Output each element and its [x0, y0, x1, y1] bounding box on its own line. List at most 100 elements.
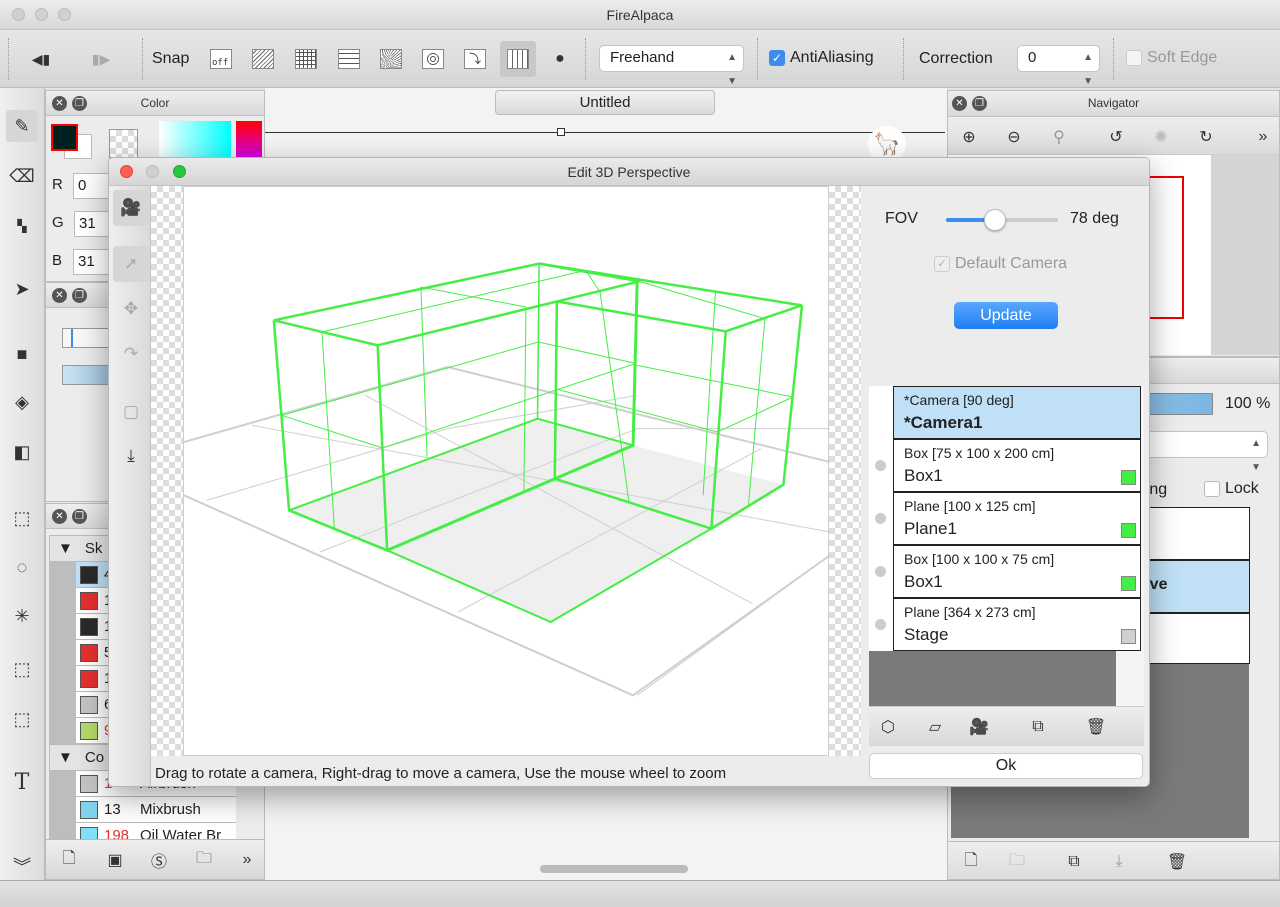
3d-viewport[interactable] [183, 186, 829, 756]
new-layer-icon[interactable]: 🗋 [958, 850, 984, 874]
snap-off-button[interactable]: off [207, 45, 235, 73]
float-icon[interactable]: ❐ [972, 96, 987, 111]
snap-parallel-button[interactable] [249, 45, 277, 73]
perspective-handle[interactable] [557, 128, 565, 136]
red-field[interactable]: 0 [73, 173, 113, 199]
rotate-reset-icon[interactable]: ✺ [1148, 125, 1174, 149]
object-row[interactable]: Plane [100 x 125 cm] Plane1 [875, 492, 1141, 545]
delete-object-icon[interactable]: 🗑 [1083, 715, 1109, 739]
minimize-window-button[interactable] [35, 8, 48, 21]
more-icon[interactable]: » [1250, 125, 1276, 149]
delete-layer-icon[interactable]: 🗑 [1164, 850, 1190, 874]
snap-grid-button[interactable] [292, 45, 320, 73]
select-eraser-icon[interactable]: ⬚ [6, 703, 38, 735]
float-icon[interactable]: ❐ [72, 509, 87, 524]
snap-crisscross-button[interactable] [335, 45, 363, 73]
new-folder-icon[interactable]: 🗀 [1004, 850, 1030, 874]
new-brush-icon[interactable]: 🗋 [56, 848, 82, 872]
fill-tool-icon[interactable]: ■ [6, 338, 38, 370]
object-color-swatch[interactable] [1121, 576, 1136, 591]
object-row[interactable]: Box [100 x 100 x 75 cm] Box1 [875, 545, 1141, 598]
eraser-tool-icon[interactable]: ⌫ [6, 160, 38, 192]
soft-edge-checkbox[interactable]: Soft Edge [1126, 49, 1217, 67]
object-row[interactable]: Plane [364 x 273 cm] Stage [875, 598, 1141, 651]
box-icon[interactable]: ▢ [113, 394, 149, 430]
hue-slider[interactable] [236, 121, 262, 161]
add-box-icon[interactable]: ⬡ [875, 715, 901, 739]
more-icon[interactable]: » [234, 848, 260, 872]
lock-checkbox[interactable]: Lock [1204, 480, 1259, 498]
script-brush-icon[interactable]: Ⓢ [146, 848, 172, 872]
close-icon[interactable]: ✕ [52, 288, 67, 303]
correction-select[interactable]: 0 ▲ ▼ [1017, 45, 1100, 87]
move-object-icon[interactable]: ✥ [113, 291, 149, 327]
transparent-color-swatch[interactable] [109, 129, 138, 158]
zoom-out-icon[interactable]: ⊖ [1001, 125, 1027, 149]
antialiasing-checkbox[interactable]: ✓ AntiAliasing [769, 49, 874, 67]
tab-untitled[interactable]: Untitled [495, 90, 715, 115]
minimize-dialog-button[interactable] [146, 165, 159, 178]
text-tool-icon[interactable]: T [6, 766, 38, 798]
fov-slider[interactable] [946, 209, 1058, 231]
drop-to-floor-icon[interactable]: ⤓ [113, 438, 149, 474]
rotate-right-icon[interactable]: ↻ [1193, 125, 1219, 149]
pen-tool-icon[interactable]: ✎ [6, 110, 38, 142]
object-row[interactable]: Box [75 x 100 x 200 cm] Box1 [875, 439, 1141, 492]
next-icon[interactable]: ▮▶ [87, 45, 115, 73]
ok-button[interactable]: Ok [869, 753, 1143, 779]
dot-tool-icon[interactable]: ▚ [6, 210, 38, 242]
float-icon[interactable]: ❐ [72, 288, 87, 303]
object-row-selected[interactable]: *Camera [90 deg] *Camera1 [894, 386, 1141, 439]
add-camera-icon[interactable]: 🎥 [966, 715, 992, 739]
object-color-swatch[interactable] [1121, 629, 1136, 644]
fov-slider-thumb[interactable] [983, 209, 1006, 231]
duplicate-layer-icon[interactable]: ⧉ [1061, 850, 1087, 874]
more-tools-icon[interactable]: ︾ [6, 850, 38, 882]
object-color-swatch[interactable] [1121, 523, 1136, 538]
close-window-button[interactable] [12, 8, 25, 21]
brush-mode-select[interactable]: Freehand ▲ ▼ [599, 45, 744, 87]
add-plane-icon[interactable]: ▱ [922, 715, 948, 739]
close-icon[interactable]: ✕ [952, 96, 967, 111]
close-dialog-button[interactable] [120, 165, 133, 178]
object-color-swatch[interactable] [1121, 470, 1136, 485]
snap-radial-button[interactable] [377, 45, 405, 73]
duplicate-object-icon[interactable]: ⧉ [1025, 715, 1051, 739]
folder-icon[interactable]: 🗀 [191, 848, 217, 872]
default-camera-checkbox[interactable]: ✓ Default Camera [934, 255, 1067, 273]
rotate-left-icon[interactable]: ↺ [1103, 125, 1129, 149]
visibility-radio[interactable] [875, 460, 886, 471]
previous-icon[interactable]: ◀▮ [27, 45, 55, 73]
snap-3d-perspective-button[interactable] [500, 41, 536, 77]
rotate-object-icon[interactable]: ↷ [113, 336, 149, 372]
blue-field[interactable]: 31 [73, 249, 113, 275]
snap-curve-button[interactable]: ⤵ [461, 45, 489, 73]
merge-down-icon[interactable]: ⤓ [1106, 850, 1132, 874]
camera-tool-icon[interactable]: 🎥 [113, 190, 149, 226]
move-tool-icon[interactable]: ➤ [6, 273, 38, 305]
horizontal-scrollbar[interactable] [540, 865, 688, 873]
foreground-color-swatch[interactable] [51, 124, 78, 151]
select-tool-icon[interactable]: ⬚ [6, 502, 38, 534]
zoom-dialog-button[interactable] [173, 165, 186, 178]
color-picker-area[interactable] [159, 121, 231, 161]
select-arrow-icon[interactable]: ➚ [113, 246, 149, 282]
lasso-tool-icon[interactable]: ◌ [6, 551, 38, 583]
brush-row[interactable]: 13 Mixbrush [76, 797, 236, 823]
zoom-window-button[interactable] [58, 8, 71, 21]
snap-circle-button[interactable] [419, 45, 447, 73]
magic-wand-icon[interactable]: ✳ [6, 600, 38, 632]
zoom-reset-icon[interactable]: ⚲ [1046, 125, 1072, 149]
visibility-radio[interactable] [875, 513, 886, 524]
visibility-radio[interactable] [875, 619, 886, 630]
zoom-in-icon[interactable]: ⊕ [956, 125, 982, 149]
bucket-tool-icon[interactable]: ◈ [6, 386, 38, 418]
update-button[interactable]: Update [954, 302, 1058, 329]
brush-settings-icon[interactable]: ▣ [102, 848, 128, 872]
select-pen-icon[interactable]: ⬚ [6, 653, 38, 685]
snap-dot-button[interactable]: ● [546, 45, 574, 73]
float-icon[interactable]: ❐ [72, 96, 87, 111]
close-icon[interactable]: ✕ [52, 96, 67, 111]
gradient-tool-icon[interactable]: ◧ [6, 436, 38, 468]
close-icon[interactable]: ✕ [52, 509, 67, 524]
